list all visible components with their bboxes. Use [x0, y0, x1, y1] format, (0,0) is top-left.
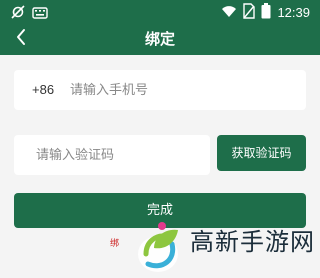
watermark-text: 高新手游网: [190, 228, 315, 256]
sync-off-icon: [10, 4, 26, 24]
agreement-text[interactable]: 绑: [110, 237, 119, 251]
status-bar: 12:39: [0, 0, 320, 24]
app-bar: 绑定: [0, 24, 320, 55]
leaf-logo-icon: [132, 210, 188, 274]
page-title: 绑定: [144, 30, 175, 48]
verification-code-input[interactable]: [36, 143, 202, 167]
status-right: 12:39: [221, 3, 310, 23]
battery-icon: [261, 3, 271, 23]
code-field[interactable]: [14, 135, 210, 175]
status-left: [10, 4, 48, 24]
get-code-button[interactable]: 获取验证码: [217, 135, 306, 171]
watermark: 高新手游网: [126, 210, 320, 274]
wifi-icon: [221, 3, 237, 23]
status-time: 12:39: [277, 5, 310, 20]
phone-field[interactable]: +86: [14, 70, 306, 110]
country-code-prefix: +86: [32, 82, 55, 97]
phone-input[interactable]: [70, 78, 290, 102]
no-sim-icon: [243, 3, 256, 23]
keyboard-icon: [32, 5, 48, 24]
